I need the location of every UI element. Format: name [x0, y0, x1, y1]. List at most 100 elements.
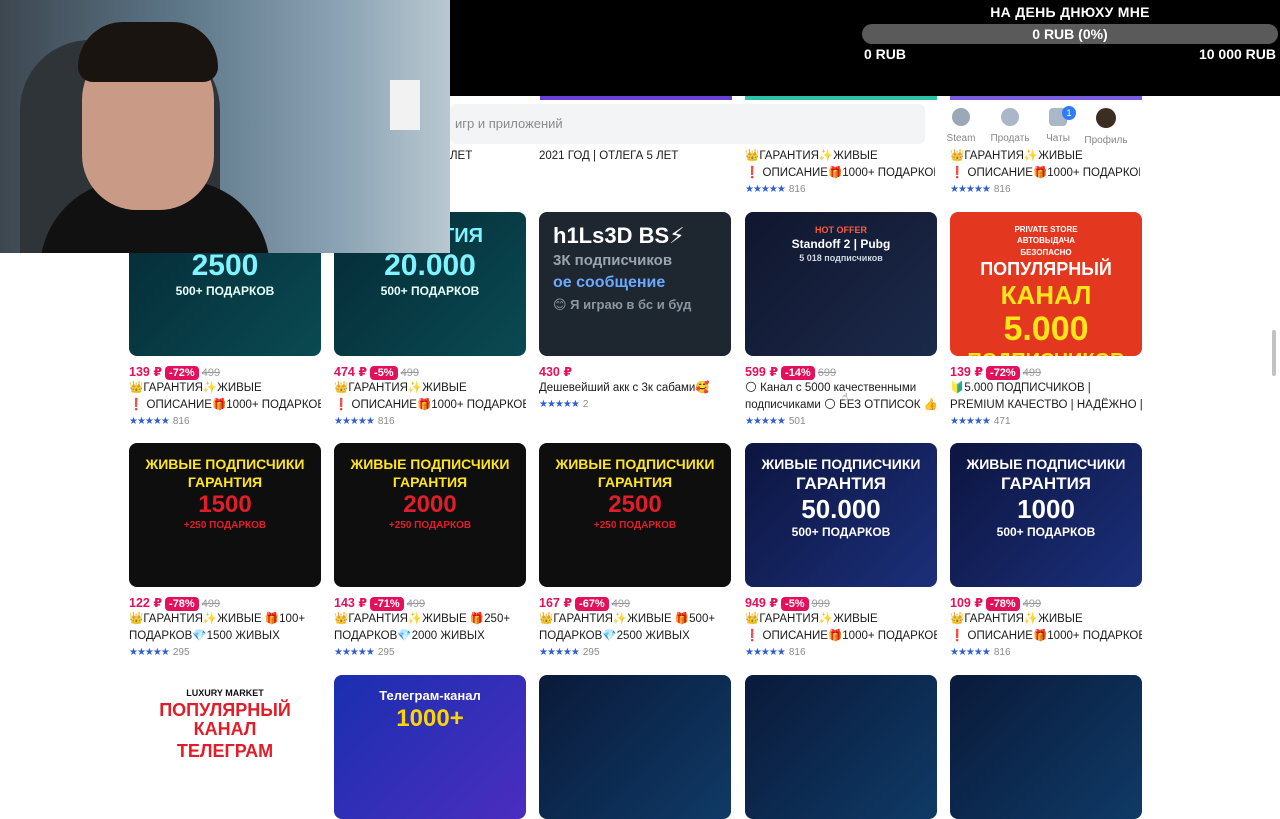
card-description: 👑ГАРАНТИЯ✨ЖИВЫЕ [950, 150, 1083, 162]
rating: ★★★★★ 816 [950, 183, 1011, 197]
old-price: 499 [1022, 367, 1042, 379]
price: 143 ₽ [334, 596, 368, 610]
product-card[interactable] [539, 675, 731, 819]
thumbnail-text: БЕЗОПАСНО [1020, 247, 1072, 257]
product-card[interactable]: ЖИВЫЕ ПОДПИСЧИКИ ГАРАНТИЯ 2000 +250 ПОДАРКО… [334, 443, 526, 660]
review-count: 816 [993, 647, 1011, 658]
steam-icon [952, 108, 970, 126]
rating-stars: ★★★★★ [745, 647, 786, 658]
product-card[interactable]: ЖИВЫЕ ПОДПИСЧИКИ ГАРАНТИЯ 1500 +250 ПОДАРКО… [129, 443, 321, 660]
product-card[interactable] [950, 675, 1142, 819]
scrollbar-thumb[interactable] [1272, 330, 1276, 376]
plus-icon [1001, 108, 1019, 126]
old-price: 499 [201, 598, 221, 610]
rating-stars: ★★★★★ [129, 647, 170, 658]
thumbnail-text: h1Ls3D BS⚡ [553, 223, 685, 248]
card-description: ❗ ОПИСАНИЕ🎁1000+ ПОДАРКОВ [745, 630, 937, 642]
card-description: ❗ ОПИСАНИЕ🎁1000+ ПОДАРКОВ [950, 167, 1140, 179]
rating-stars: ★★★★★ [950, 416, 991, 427]
review-count: 816 [788, 184, 806, 195]
card-description: PREMIUM КАЧЕСТВО | НАДЁЖНО | [950, 399, 1142, 411]
discount-badge: -67% [575, 597, 609, 611]
product-card[interactable]: ЖИВЫЕ ПОДПИСЧИКИ ГАРАНТИЯ 50.000 500+ ПОДАР… [745, 443, 937, 660]
thumbnail-text: 1000+ [396, 704, 464, 732]
nav-steam-label: Steam [946, 133, 976, 144]
price: 474 ₽ [334, 365, 368, 379]
card-description: Дешевейший акк с 3к сабами🥰 [539, 382, 710, 394]
product-card[interactable] [745, 675, 937, 819]
thumbnail-text: +250 ПОДАРКОВ [388, 519, 472, 531]
product-card[interactable]: PRIVATE STORE АВТОВЫДАЧА БЕЗОПАСНО ПОПУЛЯРН… [950, 212, 1142, 429]
thumbnail-text: ГАРАНТИЯ [1000, 473, 1092, 493]
product-card[interactable]: h1Ls3D BS⚡ 3К подписчиков ое сообщение 😊 Я … [539, 212, 731, 412]
nav-profile-label: Профиль [1084, 135, 1128, 146]
card-edge [745, 96, 937, 100]
card-description: ❗ ОПИСАНИЕ🎁1000+ ПОДАРКОВ [334, 399, 526, 411]
product-card[interactable]: LUXURY MARKET ПОПУЛЯРНЫЙ КАНАЛ ТЕЛЕГРАМ [129, 675, 321, 819]
rating-stars: ★★★★★ [950, 647, 991, 658]
thumbnail-text: КАНАЛ [1000, 280, 1092, 311]
discount-badge: -5% [781, 597, 809, 611]
nav-profile[interactable]: Профиль [1078, 106, 1134, 146]
old-price: 499 [406, 598, 426, 610]
card-description: 👑ГАРАНТИЯ✨ЖИВЫЕ 🎁100+ [129, 613, 306, 625]
rating-stars: ★★★★★ [539, 399, 580, 410]
price-row: 949 ₽ -5% 999 [745, 595, 937, 611]
rating-stars: ★★★★★ [745, 416, 786, 427]
thumbnail-text: 1000 [1017, 493, 1075, 524]
old-price: 499 [611, 598, 631, 610]
review-count: 295 [172, 647, 190, 658]
card-description: 👑ГАРАНТИЯ✨ЖИВЫЕ [129, 382, 262, 394]
price: 139 ₽ [950, 365, 984, 379]
price: 122 ₽ [129, 596, 163, 610]
thumbnail-text: 😊 Я играю в бс и буд [553, 296, 692, 312]
discount-badge: -78% [986, 597, 1020, 611]
price-row: 109 ₽ -78% 499 [950, 595, 1142, 611]
thumbnail-text: 2500 [191, 249, 259, 282]
discount-badge: -72% [165, 366, 199, 380]
card-description: подписчиками 🌕 БЕЗ ОТПИСОК 👍 [745, 399, 937, 411]
nav-steam[interactable]: Steam [933, 106, 989, 144]
price: 109 ₽ [950, 596, 984, 610]
rating: ★★★★★ 471 [950, 415, 1142, 429]
card-description: 👑ГАРАНТИЯ✨ЖИВЫЕ [334, 382, 467, 394]
rating: ★★★★★ 816 [950, 646, 1142, 660]
discount-badge: -72% [986, 366, 1020, 380]
product-card[interactable]: Телеграм-канал 1000+ [334, 675, 526, 819]
product-card[interactable]: ЖИВЫЕ ПОДПИСЧИКИ ГАРАНТИЯ 2500 +250 ПОДАРКО… [539, 443, 731, 660]
rating-stars: ★★★★★ [539, 647, 580, 658]
product-thumbnail: ЖИВЫЕ ПОДПИСЧИКИ ГАРАНТИЯ 1500 +250 ПОДАРКО… [129, 443, 321, 587]
review-count: 2 [582, 399, 589, 410]
product-thumbnail: Телеграм-канал 1000+ [334, 675, 526, 819]
card-description: ПОДАРКОВ💎2500 ЖИВЫХ [539, 630, 690, 642]
price-row: 139 ₽ -72% 499 [129, 364, 321, 380]
thumbnail-text: PRIVATE STORE [1014, 225, 1078, 234]
thumbnail-text: 3К подписчиков [553, 252, 673, 270]
thumbnail-text: +250 ПОДАРКОВ [183, 519, 267, 531]
donation-goal: НА ДЕНЬ ДНЮХУ МНЕ 0 RUB (0%) 0 RUB 10 00… [860, 0, 1280, 70]
product-thumbnail: HOT OFFER Standoff 2 | Pubg 5 018 подписчи… [745, 212, 937, 356]
rating: ★★★★★ 295 [539, 646, 731, 660]
thumbnail-text: Телеграм-канал [379, 688, 481, 703]
card-description: 👑ГАРАНТИЯ✨ЖИВЫЕ 🎁500+ [539, 613, 716, 625]
rating: ★★★★★ 295 [334, 646, 526, 660]
card-description: 🌕 Канал с 5000 качественными [745, 382, 917, 394]
product-card[interactable]: ЖИВЫЕ ПОДПИСЧИКИ ГАРАНТИЯ 1000 500+ ПОДАРКО… [950, 443, 1142, 660]
goal-min: 0 RUB [864, 46, 907, 62]
price-row: 143 ₽ -71% 499 [334, 595, 526, 611]
rating: ★★★★★ 295 [129, 646, 321, 660]
search-input[interactable]: игр и приложений [450, 104, 925, 144]
product-thumbnail: ЖИВЫЕ ПОДПИСЧИКИ ГАРАНТИЯ 2500 +250 ПОДАРКО… [539, 443, 731, 587]
discount-badge: -78% [165, 597, 199, 611]
product-card[interactable]: HOT OFFER Standoff 2 | Pubg 5 018 подписчи… [745, 212, 937, 429]
rating: ★★★★★ 816 [745, 646, 937, 660]
review-count: 471 [993, 416, 1011, 427]
goal-title: НА ДЕНЬ ДНЮХУ МНЕ [990, 4, 1150, 20]
thumbnail-text: ЖИВЫЕ ПОДПИСЧИКИ [555, 456, 715, 472]
rating: ★★★★★ 2 [539, 398, 731, 412]
thumbnail-text: 2000 [403, 491, 457, 519]
thumbnail-text: 2500 [608, 491, 662, 519]
thumbnail-text: HOT OFFER [815, 225, 867, 235]
thumbnail-text: 5 018 подписчиков [799, 253, 883, 264]
avatar [1096, 108, 1116, 128]
